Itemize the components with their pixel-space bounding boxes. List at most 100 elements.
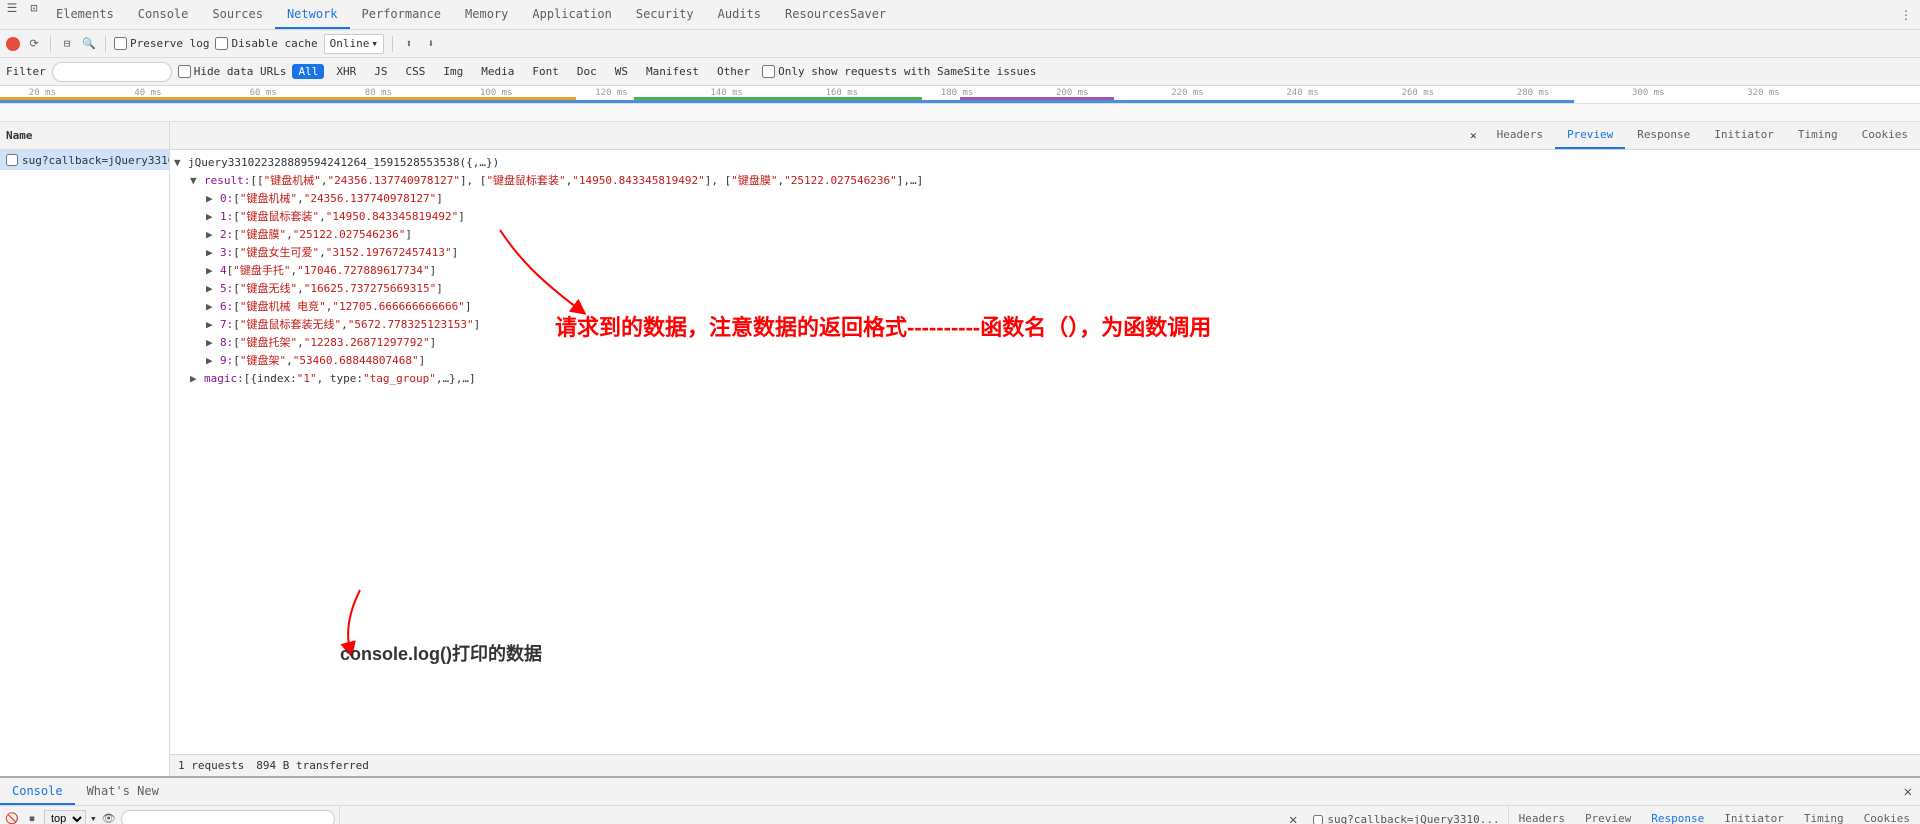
arrow-0[interactable]: ▶ — [206, 191, 220, 207]
tree-item-0[interactable]: ▶ 0: ["键盘机械", "24356.137740978127"] — [170, 190, 1920, 208]
clear-button[interactable]: ⟳ — [26, 36, 42, 52]
filter-input[interactable] — [52, 62, 172, 82]
record-button[interactable] — [6, 37, 20, 51]
tree-item-7[interactable]: ▶ 7: ["键盘鼠标套装无线", "5672.778325123153"] — [170, 316, 1920, 334]
cr-tab-cookies[interactable]: Cookies — [1854, 806, 1920, 824]
scope-select[interactable]: top — [44, 810, 86, 824]
devtools-dock-icon[interactable]: ⊡ — [26, 0, 42, 16]
filter-font[interactable]: Font — [526, 64, 565, 79]
details-close-button[interactable]: ✕ — [1462, 122, 1485, 149]
tree-root[interactable]: ▼ jQuery331022328889594241264_1591528553… — [170, 154, 1920, 172]
console-right-close-button[interactable]: ✕ — [1281, 806, 1305, 824]
mark-220: 220 ms — [1171, 88, 1204, 98]
tab-sources[interactable]: Sources — [200, 0, 275, 29]
tree-magic[interactable]: ▶ magic: [{index: "1", type: "tag_group"… — [170, 370, 1920, 388]
console-tab-console[interactable]: Console — [0, 778, 75, 805]
timeline-bar: 20 ms 40 ms 60 ms 80 ms 100 ms 120 ms 14… — [0, 86, 1920, 104]
waterfall-header — [0, 104, 1920, 122]
tree-item-4[interactable]: ▶ 4 ["键盘手托", "17046.727889617734"] — [170, 262, 1920, 280]
console-left-panel: 🚫 ⏹ top ▾ 👁 ▶ {result: Array(10), magic:… — [0, 806, 340, 824]
filter-img[interactable]: Img — [437, 64, 469, 79]
details-panel: ✕ Headers Preview Response Initiator Tim… — [170, 122, 1920, 776]
detail-tab-response[interactable]: Response — [1625, 122, 1702, 149]
search-icon[interactable]: 🔍 — [81, 36, 97, 52]
detail-tab-cookies[interactable]: Cookies — [1850, 122, 1920, 149]
filter-js[interactable]: JS — [368, 64, 393, 79]
tab-security[interactable]: Security — [624, 0, 706, 29]
more-tools-icon[interactable]: ⋮ — [1898, 7, 1914, 23]
tab-console[interactable]: Console — [126, 0, 201, 29]
upload-icon[interactable]: ⬆ — [401, 36, 417, 52]
console-clear-icon[interactable]: 🚫 — [4, 811, 20, 824]
tree-arrow-result[interactable]: ▼ — [190, 173, 204, 189]
mark-320: 320 ms — [1747, 88, 1780, 98]
tab-network[interactable]: Network — [275, 0, 350, 29]
scope-arrow: ▾ — [90, 812, 97, 824]
tree-item-1[interactable]: ▶ 1: ["键盘鼠标套装", "14950.843345819492"] — [170, 208, 1920, 226]
timeline-green — [634, 97, 922, 100]
detail-tab-preview[interactable]: Preview — [1555, 122, 1625, 149]
filter-bar: Filter Hide data URLs All XHR JS CSS Img… — [0, 58, 1920, 86]
name-column-header: Name — [0, 122, 169, 150]
tab-performance[interactable]: Performance — [350, 0, 453, 29]
tree-item-2[interactable]: ▶ 2: ["键盘膜", "25122.027546236"] — [170, 226, 1920, 244]
same-site-checkbox[interactable]: Only show requests with SameSite issues — [762, 65, 1036, 78]
requests-panel: Name sug?callback=jQuery3310... — [0, 122, 170, 776]
cr-tab-initiator[interactable]: Initiator — [1714, 806, 1794, 824]
download-icon[interactable]: ⬇ — [423, 36, 439, 52]
console-right-panel: ✕ sug?callback=jQuery3310... Headers Pre… — [340, 806, 1920, 824]
devtools-menu-icon[interactable]: ☰ — [4, 0, 20, 16]
timeline-ruler: 20 ms 40 ms 60 ms 80 ms 100 ms 120 ms 14… — [0, 86, 1920, 103]
tab-resourcessaver[interactable]: ResourcesSaver — [773, 0, 898, 29]
tree-item-6[interactable]: ▶ 6: ["键盘机械 电竞", "12705.666666666666"] — [170, 298, 1920, 316]
tree-item-3[interactable]: ▶ 3: ["键盘女生可爱", "3152.197672457413"] — [170, 244, 1920, 262]
tree-item-8[interactable]: ▶ 8: ["键盘托架", "12283.26871297792"] — [170, 334, 1920, 352]
bottom-area: Console What's New ✕ 🚫 ⏹ top ▾ — [0, 776, 1920, 824]
eye-icon[interactable]: 👁 — [101, 811, 117, 824]
tree-arrow-root[interactable]: ▼ — [174, 155, 188, 171]
network-toolbar: ⟳ ⊟ 🔍 Preserve log Disable cache Online … — [0, 30, 1920, 58]
console-tab-whatsnew[interactable]: What's New — [75, 778, 171, 805]
request-item-1[interactable]: sug?callback=jQuery3310... — [0, 150, 169, 170]
tab-memory[interactable]: Memory — [453, 0, 520, 29]
filter-media[interactable]: Media — [475, 64, 520, 79]
filter-ws[interactable]: WS — [609, 64, 634, 79]
request-checkbox[interactable] — [6, 154, 18, 166]
disable-cache-checkbox[interactable]: Disable cache — [215, 37, 317, 50]
requests-list: sug?callback=jQuery3310... — [0, 150, 169, 776]
console-right-tabs: ✕ sug?callback=jQuery3310... Headers Pre… — [340, 806, 1920, 824]
filter-doc[interactable]: Doc — [571, 64, 603, 79]
filter-xhr[interactable]: XHR — [330, 64, 362, 79]
filter-css[interactable]: CSS — [399, 64, 431, 79]
network-status-bar: 1 requests 894 B transferred — [170, 754, 1920, 776]
detail-tab-timing[interactable]: Timing — [1786, 122, 1850, 149]
cr-tab-response[interactable]: Response — [1641, 806, 1714, 824]
filter-manifest[interactable]: Manifest — [640, 64, 705, 79]
preserve-log-checkbox[interactable]: Preserve log — [114, 37, 209, 50]
tab-audits[interactable]: Audits — [706, 0, 773, 29]
chevron-down-icon: ▾ — [371, 37, 378, 50]
console-stop-icon[interactable]: ⏹ — [24, 811, 40, 824]
mark-120: 120 ms — [595, 88, 628, 98]
tree-item-9[interactable]: ▶ 9: ["键盘架", "53460.68844807468"] — [170, 352, 1920, 370]
console-right-request-name: sug?callback=jQuery3310... — [1305, 806, 1508, 824]
tab-application[interactable]: Application — [520, 0, 623, 29]
tree-item-5[interactable]: ▶ 5: ["键盘无线", "16625.737275669315"] — [170, 280, 1920, 298]
console-close-button[interactable]: ✕ — [1896, 784, 1920, 800]
detail-tab-initiator[interactable]: Initiator — [1702, 122, 1786, 149]
filter-icon[interactable]: ⊟ — [59, 36, 75, 52]
filter-all[interactable]: All — [292, 64, 324, 79]
filter-other[interactable]: Other — [711, 64, 756, 79]
mark-260: 260 ms — [1402, 88, 1435, 98]
cr-tab-headers[interactable]: Headers — [1509, 806, 1575, 824]
tree-result[interactable]: ▼ result: [["键盘机械", "24356.137740978127"… — [170, 172, 1920, 190]
cr-tab-timing[interactable]: Timing — [1794, 806, 1854, 824]
cr-tab-preview[interactable]: Preview — [1575, 806, 1641, 824]
detail-tab-headers[interactable]: Headers — [1485, 122, 1555, 149]
console-content-area: 🚫 ⏹ top ▾ 👁 ▶ {result: Array(10), magic:… — [0, 806, 1920, 824]
hide-data-urls-checkbox[interactable]: Hide data URLs — [178, 65, 287, 78]
devtools-window: ☰ ⊡ Elements Console Sources Network Per… — [0, 0, 1920, 824]
console-filter-input[interactable] — [121, 810, 335, 824]
throttle-dropdown[interactable]: Online ▾ — [324, 34, 384, 54]
tab-elements[interactable]: Elements — [44, 0, 126, 29]
